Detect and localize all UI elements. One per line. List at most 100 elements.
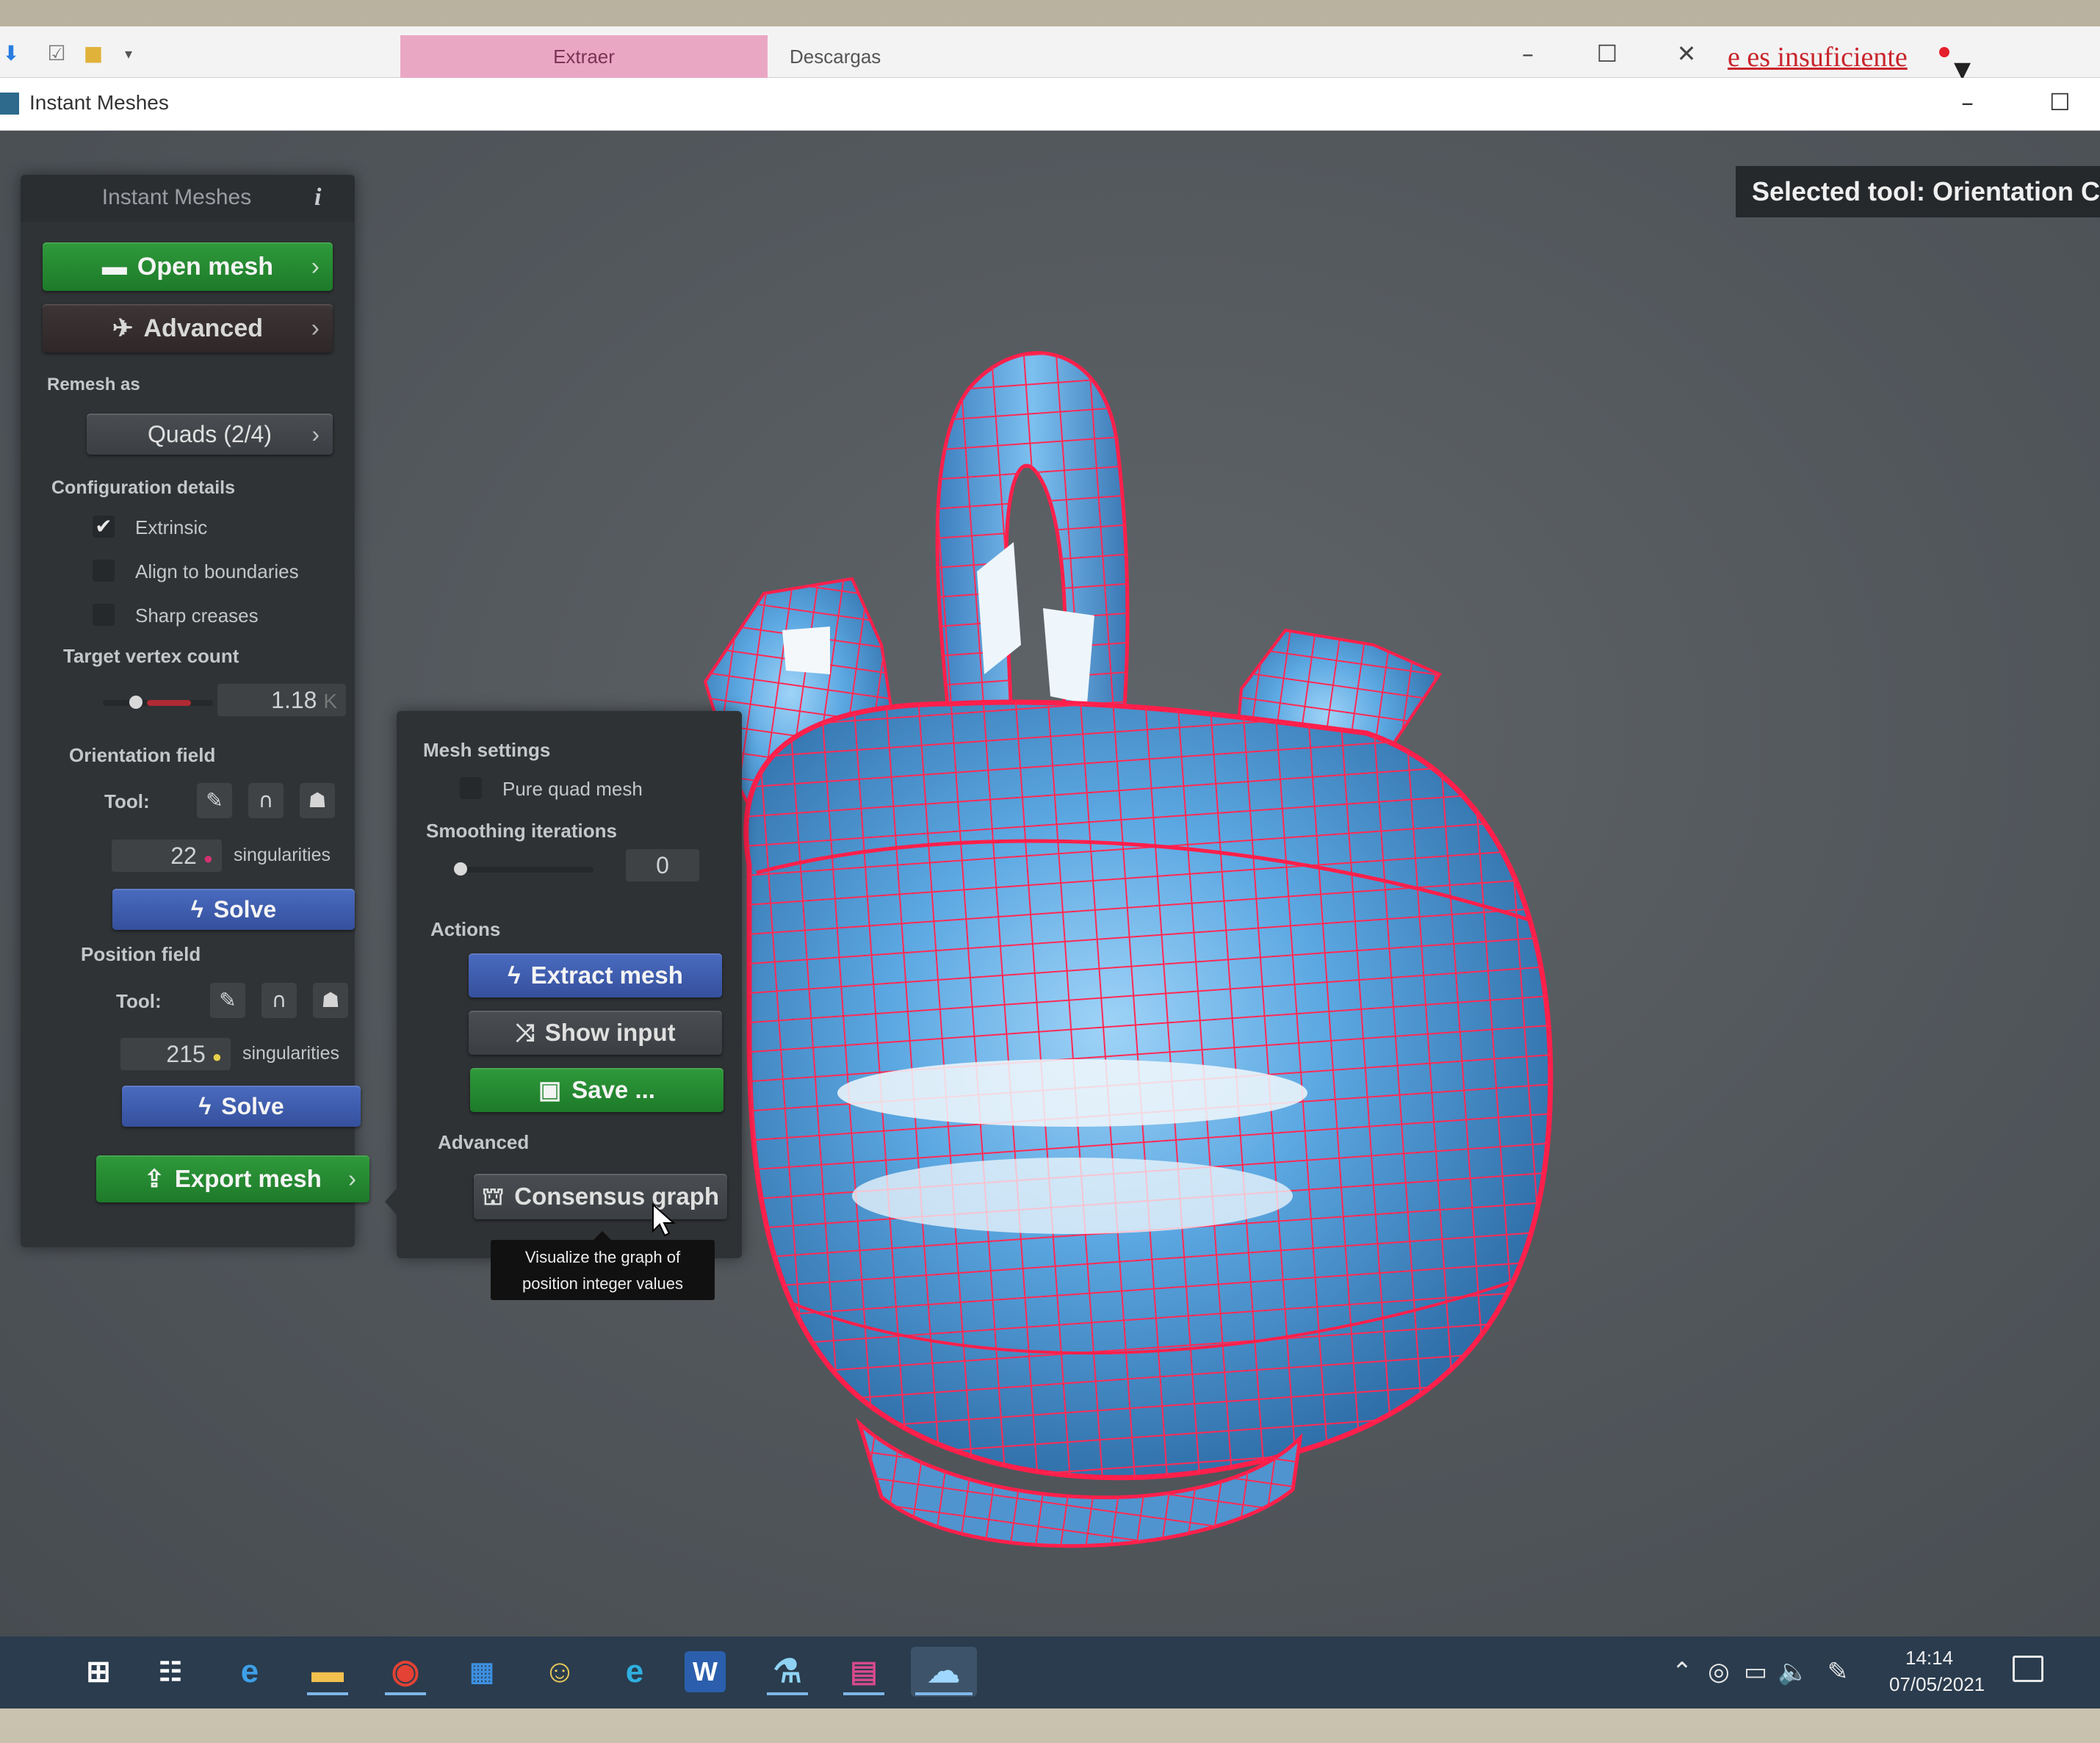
target-vertex-slider[interactable] — [103, 696, 213, 709]
storage-notice-link[interactable]: e es insuficiente — [1728, 41, 1908, 73]
panel-title: Instant Meshes — [101, 185, 252, 209]
instant-meshes-taskbar-icon[interactable]: ☁ — [911, 1647, 977, 1697]
app-minimize-button[interactable]: – — [1961, 88, 1974, 118]
mesh-body — [743, 699, 1554, 1481]
download-arrow-icon[interactable]: ⬇ — [0, 43, 22, 65]
rocket-icon: ✈ — [112, 314, 134, 342]
clock-date[interactable]: 07/05/2021 — [1889, 1673, 1985, 1696]
brush-tool-icon[interactable]: ✎ — [210, 983, 245, 1018]
app-maximize-button[interactable]: ☐ — [2049, 88, 2071, 116]
graph-icon: ⛫ — [481, 1183, 505, 1210]
orientation-singularities-value: 22 — [170, 842, 197, 869]
winrar-icon[interactable]: ▤ — [839, 1647, 889, 1697]
export-icon: ⇪ — [144, 1165, 165, 1192]
webcam-icon[interactable]: ◎ — [1704, 1657, 1733, 1686]
ghost-tool-icon[interactable]: ☗ — [300, 783, 335, 818]
folder-icon[interactable]: ■ — [82, 43, 104, 65]
remesh-as-value: Quads (2/4) — [148, 421, 272, 447]
orientation-solve-button[interactable]: ϟ Solve — [112, 889, 355, 930]
actions-label: Actions — [430, 918, 501, 940]
network-app-icon[interactable]: ▦ — [457, 1647, 507, 1697]
explorer-maximize-button[interactable]: ☐ — [1585, 35, 1629, 72]
pure-quad-mesh-label: Pure quad mesh — [502, 778, 643, 800]
advanced-button[interactable]: ✈ Advanced › — [43, 304, 333, 353]
info-icon[interactable]: i — [314, 184, 321, 212]
edge-icon[interactable]: e — [610, 1647, 660, 1697]
volume-icon[interactable]: 🔈 — [1778, 1657, 1808, 1686]
save-icon: ▣ — [538, 1076, 562, 1103]
slider-knob[interactable] — [454, 862, 467, 876]
lightning-icon: ϟ — [190, 896, 203, 923]
mesh-settings-label: Mesh settings — [423, 739, 551, 761]
3d-viewport[interactable]: Selected tool: Orientation C Instant Mes… — [0, 131, 2100, 1636]
chevron-up-icon[interactable]: ⌃ — [1667, 1657, 1697, 1686]
consensus-graph-tooltip: Visualize the graph of position integer … — [491, 1231, 715, 1300]
save-label: Save ... — [571, 1076, 655, 1103]
explorer-close-button[interactable]: ✕ — [1664, 35, 1708, 72]
orientation-singularities-label: singularities — [234, 845, 331, 865]
show-input-button[interactable]: ⤨ Show input — [469, 1011, 722, 1055]
slider-knob[interactable] — [129, 696, 142, 709]
extract-mesh-button[interactable]: ϟ Extract mesh — [469, 953, 722, 997]
smoothing-iterations-input[interactable]: 0 — [626, 849, 699, 881]
position-singularities-label: singularities — [242, 1043, 340, 1064]
customize-quick-access-icon[interactable]: ▾ — [118, 43, 140, 65]
open-mesh-label: Open mesh — [137, 253, 274, 281]
chevron-right-icon: › — [311, 314, 320, 342]
attractor-tool-icon[interactable]: ∩ — [248, 783, 284, 818]
show-input-label: Show input — [544, 1019, 676, 1046]
flask-app-icon[interactable]: ⚗ — [762, 1647, 812, 1697]
advanced-label: Advanced — [143, 314, 264, 342]
remesh-as-label: Remesh as — [47, 375, 140, 394]
chrome-icon[interactable]: ◉ — [380, 1647, 430, 1697]
network-icon[interactable]: ▭ — [1741, 1657, 1770, 1686]
attractor-tool-icon[interactable]: ∩ — [261, 983, 297, 1018]
tab-descargas[interactable]: Descargas — [768, 35, 944, 78]
file-explorer-icon[interactable]: ▬ — [303, 1647, 353, 1697]
solve-label: Solve — [213, 896, 277, 923]
word-icon[interactable]: W — [685, 1651, 726, 1692]
shuffle-icon: ⤨ — [515, 1019, 535, 1046]
explorer-minimize-button[interactable]: – — [1506, 35, 1550, 72]
singularity-color-icon: ● — [203, 849, 213, 867]
clock-time[interactable]: 14:14 — [1905, 1647, 1953, 1670]
checkbox-box — [93, 560, 115, 582]
notification-center-icon[interactable] — [2013, 1656, 2043, 1682]
export-mesh-button[interactable]: ⇪ Export mesh › — [96, 1155, 369, 1202]
position-field-label: Position field — [81, 943, 201, 965]
quad-mesh-model[interactable] — [661, 263, 1616, 1644]
configuration-details-label: Configuration details — [51, 477, 235, 498]
task-view-icon[interactable]: ☷ — [145, 1647, 195, 1697]
consensus-graph-label: Consensus graph — [514, 1183, 720, 1210]
smoothing-iterations-label: Smoothing iterations — [426, 820, 617, 842]
position-singularities-value: 215 — [166, 1041, 206, 1067]
orientation-tool-label: Tool: — [104, 790, 150, 812]
app-titlebar: Instant Meshes – ☐ — [0, 78, 2100, 131]
windows-start-icon[interactable]: ⊞ — [73, 1647, 123, 1697]
open-mesh-button[interactable]: ▬ Open mesh › — [43, 242, 333, 291]
properties-icon[interactable]: ☑ — [46, 43, 68, 65]
orientation-singularities-box: 22 ● — [112, 840, 222, 872]
chevron-right-icon: › — [311, 253, 320, 281]
consensus-graph-button[interactable]: ⛫ Consensus graph — [474, 1174, 727, 1219]
target-vertex-unit: K — [323, 690, 337, 712]
target-vertex-input[interactable]: 1.18 K — [217, 684, 346, 716]
chevron-right-icon: › — [348, 1165, 356, 1192]
screen: ⬇ ☑ ■ ▾ Extraer Descargas – ☐ ✕ e es ins… — [0, 26, 2100, 1708]
instant-meshes-panel: Instant Meshes i ▬ Open mesh › ✈ Advanced › … — [21, 175, 369, 1247]
ghost-tool-icon[interactable]: ☗ — [313, 983, 348, 1018]
tooltip-pointer — [593, 1231, 611, 1240]
smoothing-iterations-value: 0 — [656, 852, 669, 878]
position-solve-button[interactable]: ϟ Solve — [122, 1086, 361, 1127]
save-button[interactable]: ▣ Save ... — [470, 1068, 724, 1112]
pen-icon[interactable]: ✎ — [1823, 1657, 1852, 1686]
smoothing-slider[interactable] — [454, 862, 593, 876]
chevron-right-icon: › — [311, 421, 320, 447]
brush-tool-icon[interactable]: ✎ — [197, 783, 232, 818]
internet-explorer-icon[interactable]: e — [225, 1647, 275, 1697]
target-vertex-count-label: Target vertex count — [63, 645, 239, 667]
user-app-icon[interactable]: ☺ — [535, 1647, 585, 1697]
tab-extraer[interactable]: Extraer — [400, 35, 768, 78]
remesh-as-select[interactable]: Quads (2/4) › — [87, 414, 333, 455]
singularity-color-icon: ● — [212, 1047, 222, 1066]
